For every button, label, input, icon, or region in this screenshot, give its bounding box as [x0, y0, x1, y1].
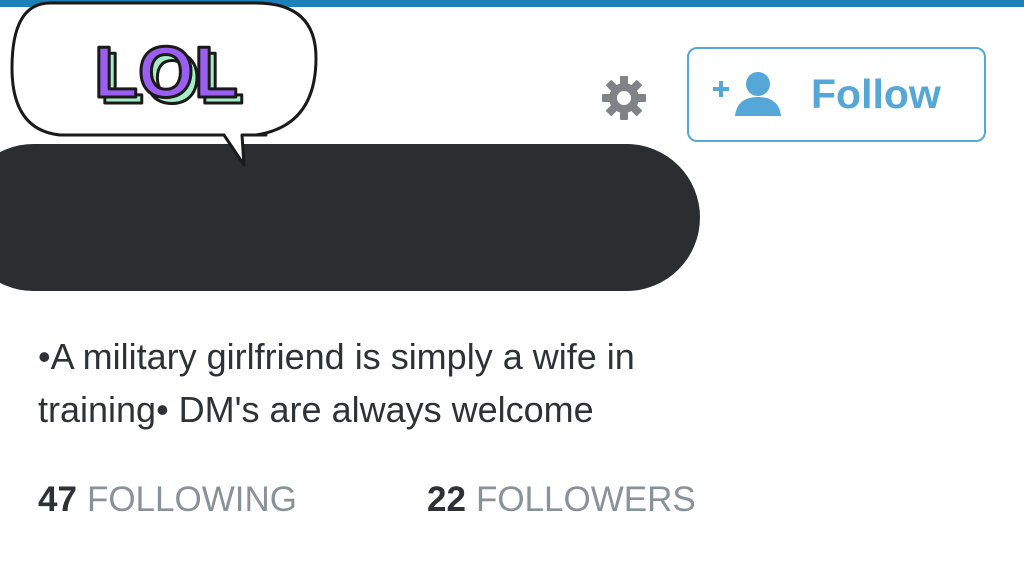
settings-button[interactable] — [596, 70, 652, 126]
followers-count: 22 — [427, 480, 466, 519]
lol-sticker: LOL LOL — [10, 1, 318, 167]
sticker-text: LOL — [94, 33, 238, 113]
following-count: 47 — [38, 480, 77, 519]
followers-label: FOLLOWERS — [475, 480, 696, 519]
following-stat[interactable]: 47 FOLLOWING — [38, 480, 297, 520]
followers-stat[interactable]: 22 FOLLOWERS — [427, 480, 696, 520]
bio-line: •A military girlfriend is simply a wife … — [38, 336, 635, 377]
profile-bio: •A military girlfriend is simply a wife … — [38, 330, 938, 436]
profile-page: LOL LOL Follow •A military girlfriend is… — [0, 0, 1024, 575]
follow-label: Follow — [811, 71, 941, 117]
gear-icon — [602, 76, 646, 120]
add-user-icon — [713, 71, 781, 116]
bio-line: training• DM's are always welcome — [38, 389, 594, 430]
follow-button[interactable]: Follow — [687, 47, 986, 142]
following-label: FOLLOWING — [86, 480, 297, 519]
